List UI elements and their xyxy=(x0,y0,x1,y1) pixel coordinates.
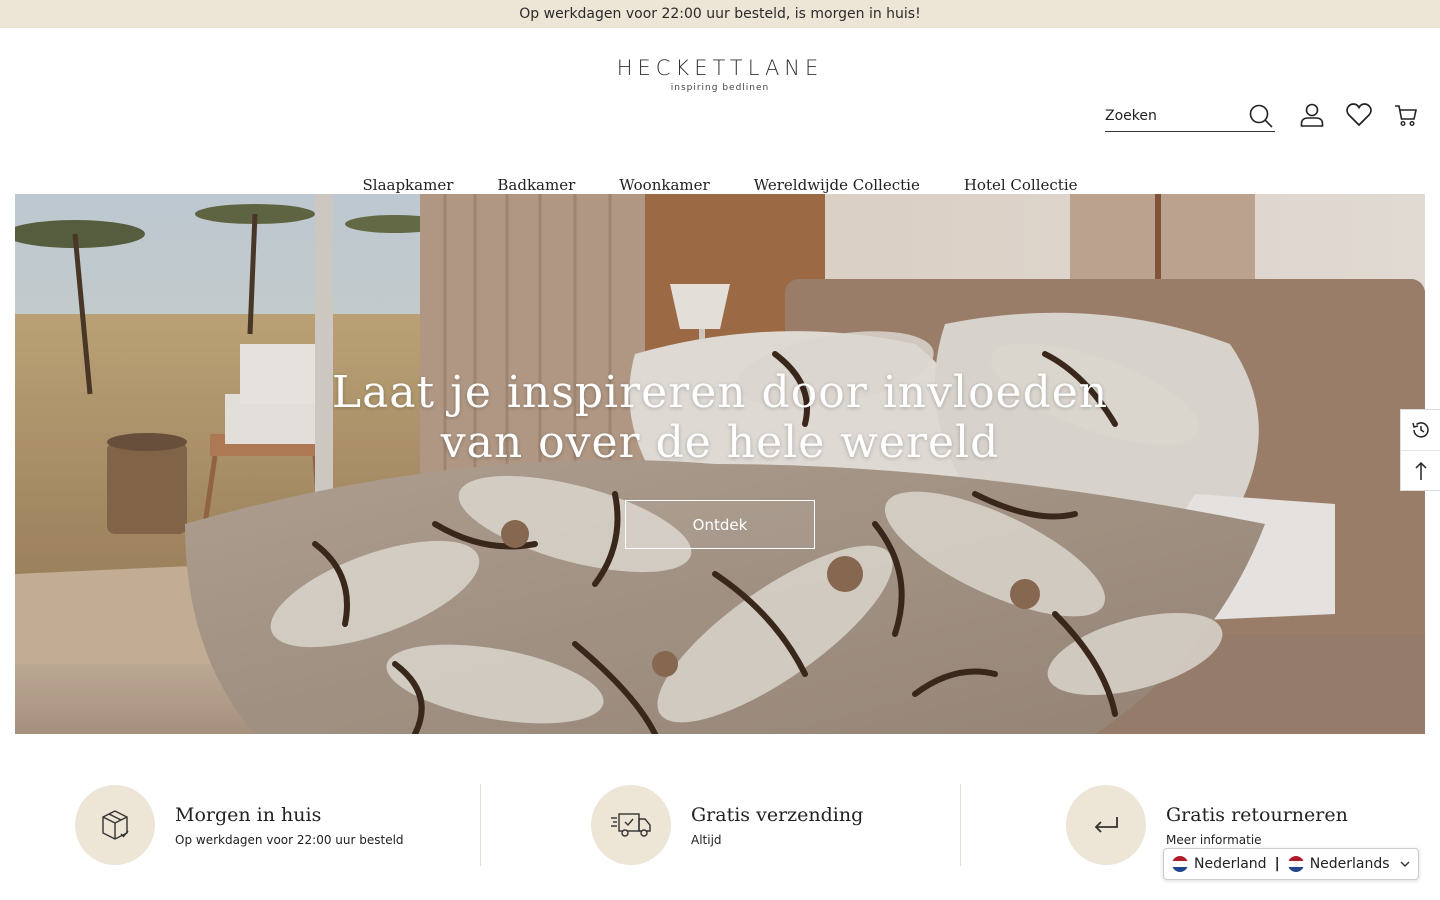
nav-item-badkamer[interactable]: Badkamer xyxy=(475,176,597,194)
cart-icon[interactable] xyxy=(1391,100,1421,130)
return-icon xyxy=(1066,785,1146,865)
logo[interactable]: HECKETTLANE inspiring bedlinen xyxy=(617,56,824,93)
search-icon[interactable] xyxy=(1247,102,1275,130)
chevron-down-icon xyxy=(1400,856,1410,872)
usp-title: Gratis retourneren xyxy=(1166,803,1348,826)
logo-tagline: inspiring bedlinen xyxy=(670,83,770,93)
side-tools xyxy=(1400,409,1440,491)
main-nav: Slaapkamer Badkamer Woonkamer Wereldwijd… xyxy=(0,176,1440,194)
usp-shipping: Gratis verzending Altijd xyxy=(591,784,863,866)
usp-divider xyxy=(480,784,481,866)
usp-title: Gratis verzending xyxy=(691,803,864,826)
usp-divider xyxy=(960,784,961,866)
announcement-bar: Op werkdagen voor 22:00 uur besteld, is … xyxy=(0,0,1440,28)
usp-subtitle: Op werkdagen voor 22:00 uur besteld xyxy=(175,832,404,847)
language-selector[interactable]: Nederland | Nederlands xyxy=(1163,848,1419,880)
search-bar xyxy=(1105,100,1275,132)
language-label: Nederlands xyxy=(1309,856,1390,872)
dutch-flag-icon xyxy=(1287,856,1304,872)
account-icon[interactable] xyxy=(1297,100,1327,130)
site-header: HECKETTLANE inspiring bedlinen Slaapkame… xyxy=(0,28,1440,194)
hero-title-line-1: Laat je inspireren door invloeden xyxy=(331,367,1109,418)
nav-item-hotel-collectie[interactable]: Hotel Collectie xyxy=(942,176,1100,194)
search-input[interactable] xyxy=(1105,107,1235,124)
dutch-flag-icon xyxy=(1172,856,1188,872)
usp-delivery: Morgen in huis Op werkdagen voor 22:00 u… xyxy=(75,784,404,866)
usp-title: Morgen in huis xyxy=(175,803,322,826)
package-icon xyxy=(75,785,155,865)
hero-banner: Laat je inspireren door invloeden van ov… xyxy=(15,194,1425,734)
nav-item-wereldwijde-collectie[interactable]: Wereldwijde Collectie xyxy=(732,176,942,194)
truck-icon xyxy=(591,785,671,865)
back-to-top-icon[interactable] xyxy=(1401,450,1440,490)
logo-wordmark: HECKETTLANE xyxy=(616,56,824,80)
hero-cta-button[interactable]: Ontdek xyxy=(625,500,815,549)
usp-subtitle[interactable]: Meer informatie xyxy=(1166,833,1348,847)
hero-title: Laat je inspireren door invloeden van ov… xyxy=(15,368,1425,468)
usp-subtitle: Altijd xyxy=(691,832,722,847)
separator: | xyxy=(1274,856,1280,872)
nav-item-slaapkamer[interactable]: Slaapkamer xyxy=(341,176,476,194)
nav-item-woonkamer[interactable]: Woonkamer xyxy=(597,176,731,194)
announcement-text: Op werkdagen voor 22:00 uur besteld, is … xyxy=(519,6,921,22)
recently-viewed-icon[interactable] xyxy=(1401,410,1440,450)
heart-icon[interactable] xyxy=(1344,100,1374,130)
country-label: Nederland xyxy=(1194,856,1267,872)
hero-title-line-2: van over de hele wereld xyxy=(440,417,1000,468)
